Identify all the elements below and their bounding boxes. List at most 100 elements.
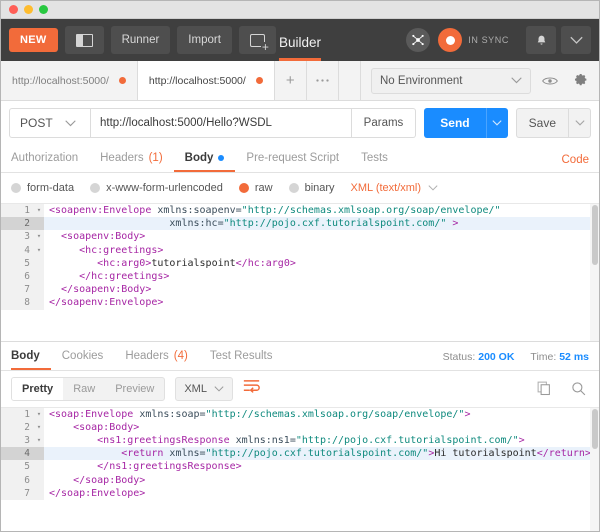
tab-tests[interactable]: Tests <box>350 152 399 172</box>
add-tab-button[interactable]: + <box>275 61 307 100</box>
request-body-code[interactable]: 1▾<soapenv:Envelope xmlns:soapenv="http:… <box>1 204 599 310</box>
new-button[interactable]: NEW <box>9 28 58 52</box>
request-url-input[interactable]: http://localhost:5000/Hello?WSDL <box>91 108 352 138</box>
code-line[interactable]: 3▾ <soapenv:Body> <box>1 230 599 243</box>
code-line[interactable]: 4▾ <hc:greetings> <box>1 244 599 257</box>
runner-button[interactable]: Runner <box>111 26 171 54</box>
fold-spacer <box>34 296 44 309</box>
response-body-code[interactable]: 1▾<soap:Envelope xmlns:soap="http://sche… <box>1 408 599 500</box>
body-type-form-data[interactable]: form-data <box>11 182 74 194</box>
tab-headers[interactable]: Headers (1) <box>89 152 174 172</box>
view-mode-preview[interactable]: Preview <box>105 378 164 400</box>
code-line[interactable]: 7 </soapenv:Body> <box>1 283 599 296</box>
code-line[interactable]: 6 </hc:greetings> <box>1 270 599 283</box>
tab-authorization[interactable]: Authorization <box>11 152 89 172</box>
code-line[interactable]: 8</soapenv:Envelope> <box>1 296 599 309</box>
code-line[interactable]: 1▾<soapenv:Envelope xmlns:soapenv="http:… <box>1 204 599 217</box>
code-line[interactable]: 6 </soap:Body> <box>1 474 599 487</box>
params-button[interactable]: Params <box>352 108 417 138</box>
tab-builder[interactable]: Builder <box>279 25 321 61</box>
body-type-urlencoded[interactable]: x-www-form-urlencoded <box>90 182 223 194</box>
window-maximize-button[interactable] <box>39 5 48 14</box>
body-type-raw[interactable]: raw <box>239 182 273 194</box>
window-minimize-button[interactable] <box>24 5 33 14</box>
response-toolbar: Pretty Raw Preview XML <box>1 371 599 407</box>
fold-spacer <box>34 460 44 473</box>
token-tag: <return <box>49 448 169 459</box>
body-type-binary[interactable]: binary <box>289 182 335 194</box>
code-line[interactable]: 7</soap:Envelope> <box>1 487 599 500</box>
request-body-editor[interactable]: 1▾<soapenv:Envelope xmlns:soapenv="http:… <box>1 203 599 341</box>
http-method-select[interactable]: POST <box>9 108 91 138</box>
code-line[interactable]: 1▾<soap:Envelope xmlns:soap="http://sche… <box>1 408 599 421</box>
interceptor-button[interactable] <box>406 28 430 52</box>
fold-toggle-icon[interactable]: ▾ <box>34 421 44 434</box>
token-tag: <ns1:greetingsResponse <box>49 435 236 446</box>
ellipsis-icon <box>315 78 330 83</box>
save-button[interactable]: Save <box>516 108 569 138</box>
response-body-editor[interactable]: 1▾<soap:Envelope xmlns:soap="http://sche… <box>1 407 599 531</box>
response-tab-body[interactable]: Body <box>11 350 51 370</box>
request-tab-1[interactable]: http://localhost:5000/ <box>1 61 138 100</box>
code-line[interactable]: 5 </ns1:greetingsResponse> <box>1 460 599 473</box>
search-button[interactable] <box>567 378 589 400</box>
token-tag: <hc:arg0> <box>49 258 151 269</box>
import-button[interactable]: Import <box>177 26 232 54</box>
main-toolbar: NEW Runner Import Builder <box>1 19 599 61</box>
body-format-select[interactable]: XML (text/xml) <box>351 182 439 194</box>
sync-status-button[interactable] <box>438 28 462 52</box>
window-close-button[interactable] <box>9 5 18 14</box>
send-options-button[interactable] <box>486 108 508 138</box>
fold-toggle-icon[interactable]: ▾ <box>34 204 44 217</box>
line-number: 3 <box>1 230 34 243</box>
response-language-value: XML <box>184 383 207 395</box>
line-number: 5 <box>1 257 34 270</box>
sidebar-toggle-button[interactable] <box>65 26 104 54</box>
view-mode-raw[interactable]: Raw <box>63 378 105 400</box>
token-tag: > <box>464 409 470 420</box>
new-tab-button[interactable] <box>239 26 276 54</box>
scrollbar-thumb[interactable] <box>592 409 598 449</box>
code-link[interactable]: Code <box>562 154 590 172</box>
request-editor-scrollbar[interactable] <box>590 204 599 341</box>
notifications-button[interactable] <box>526 26 556 54</box>
toolbar-more-button[interactable] <box>561 26 591 54</box>
chevron-down-icon <box>492 120 502 126</box>
code-line[interactable]: 2 xmlns:hc="http://pojo.cxf.tutorialspoi… <box>1 217 599 230</box>
fold-toggle-icon[interactable]: ▾ <box>34 230 44 243</box>
request-section-tabs: Authorization Headers (1) Body Pre-reque… <box>1 145 599 173</box>
postman-window: NEW Runner Import Builder <box>0 0 600 532</box>
tab-options-button[interactable] <box>307 61 339 100</box>
response-tab-test-results[interactable]: Test Results <box>199 350 284 370</box>
time-label: Time: <box>530 351 556 363</box>
response-tab-headers[interactable]: Headers (4) <box>114 350 199 370</box>
request-tab-2[interactable]: http://localhost:5000/ <box>138 61 275 100</box>
fold-toggle-icon[interactable]: ▾ <box>34 408 44 421</box>
status-label: Status: <box>443 351 476 363</box>
response-tab-headers-count: (4) <box>174 350 188 362</box>
environment-select[interactable]: No Environment <box>371 68 531 94</box>
tab-pre-request-script[interactable]: Pre-request Script <box>235 152 350 172</box>
response-tab-cookies[interactable]: Cookies <box>51 350 115 370</box>
environment-quick-look-button[interactable] <box>539 70 561 92</box>
send-button[interactable]: Send <box>424 108 485 138</box>
line-number: 3 <box>1 434 34 447</box>
code-line[interactable]: 5 <hc:arg0>tutorialspoint</hc:arg0> <box>1 257 599 270</box>
response-editor-scrollbar[interactable] <box>590 408 599 531</box>
token-tag: </hc:arg0> <box>236 258 296 269</box>
tab-body[interactable]: Body <box>174 152 236 172</box>
settings-button[interactable] <box>569 70 591 92</box>
code-line[interactable]: 3▾ <ns1:greetingsResponse xmlns:ns1="htt… <box>1 434 599 447</box>
copy-button[interactable] <box>533 378 555 400</box>
response-view-mode-group: Pretty Raw Preview <box>11 377 165 401</box>
response-language-select[interactable]: XML <box>175 377 233 401</box>
view-mode-pretty[interactable]: Pretty <box>12 378 63 400</box>
code-line[interactable]: 2▾ <soap:Body> <box>1 421 599 434</box>
fold-toggle-icon[interactable]: ▾ <box>34 244 44 257</box>
fold-toggle-icon[interactable]: ▾ <box>34 434 44 447</box>
save-options-button[interactable] <box>569 108 591 138</box>
scrollbar-thumb[interactable] <box>592 205 598 265</box>
chevron-down-icon <box>65 120 76 127</box>
word-wrap-button[interactable] <box>243 379 260 398</box>
code-line[interactable]: 4 <return xmlns="http://pojo.cxf.tutoria… <box>1 447 599 460</box>
